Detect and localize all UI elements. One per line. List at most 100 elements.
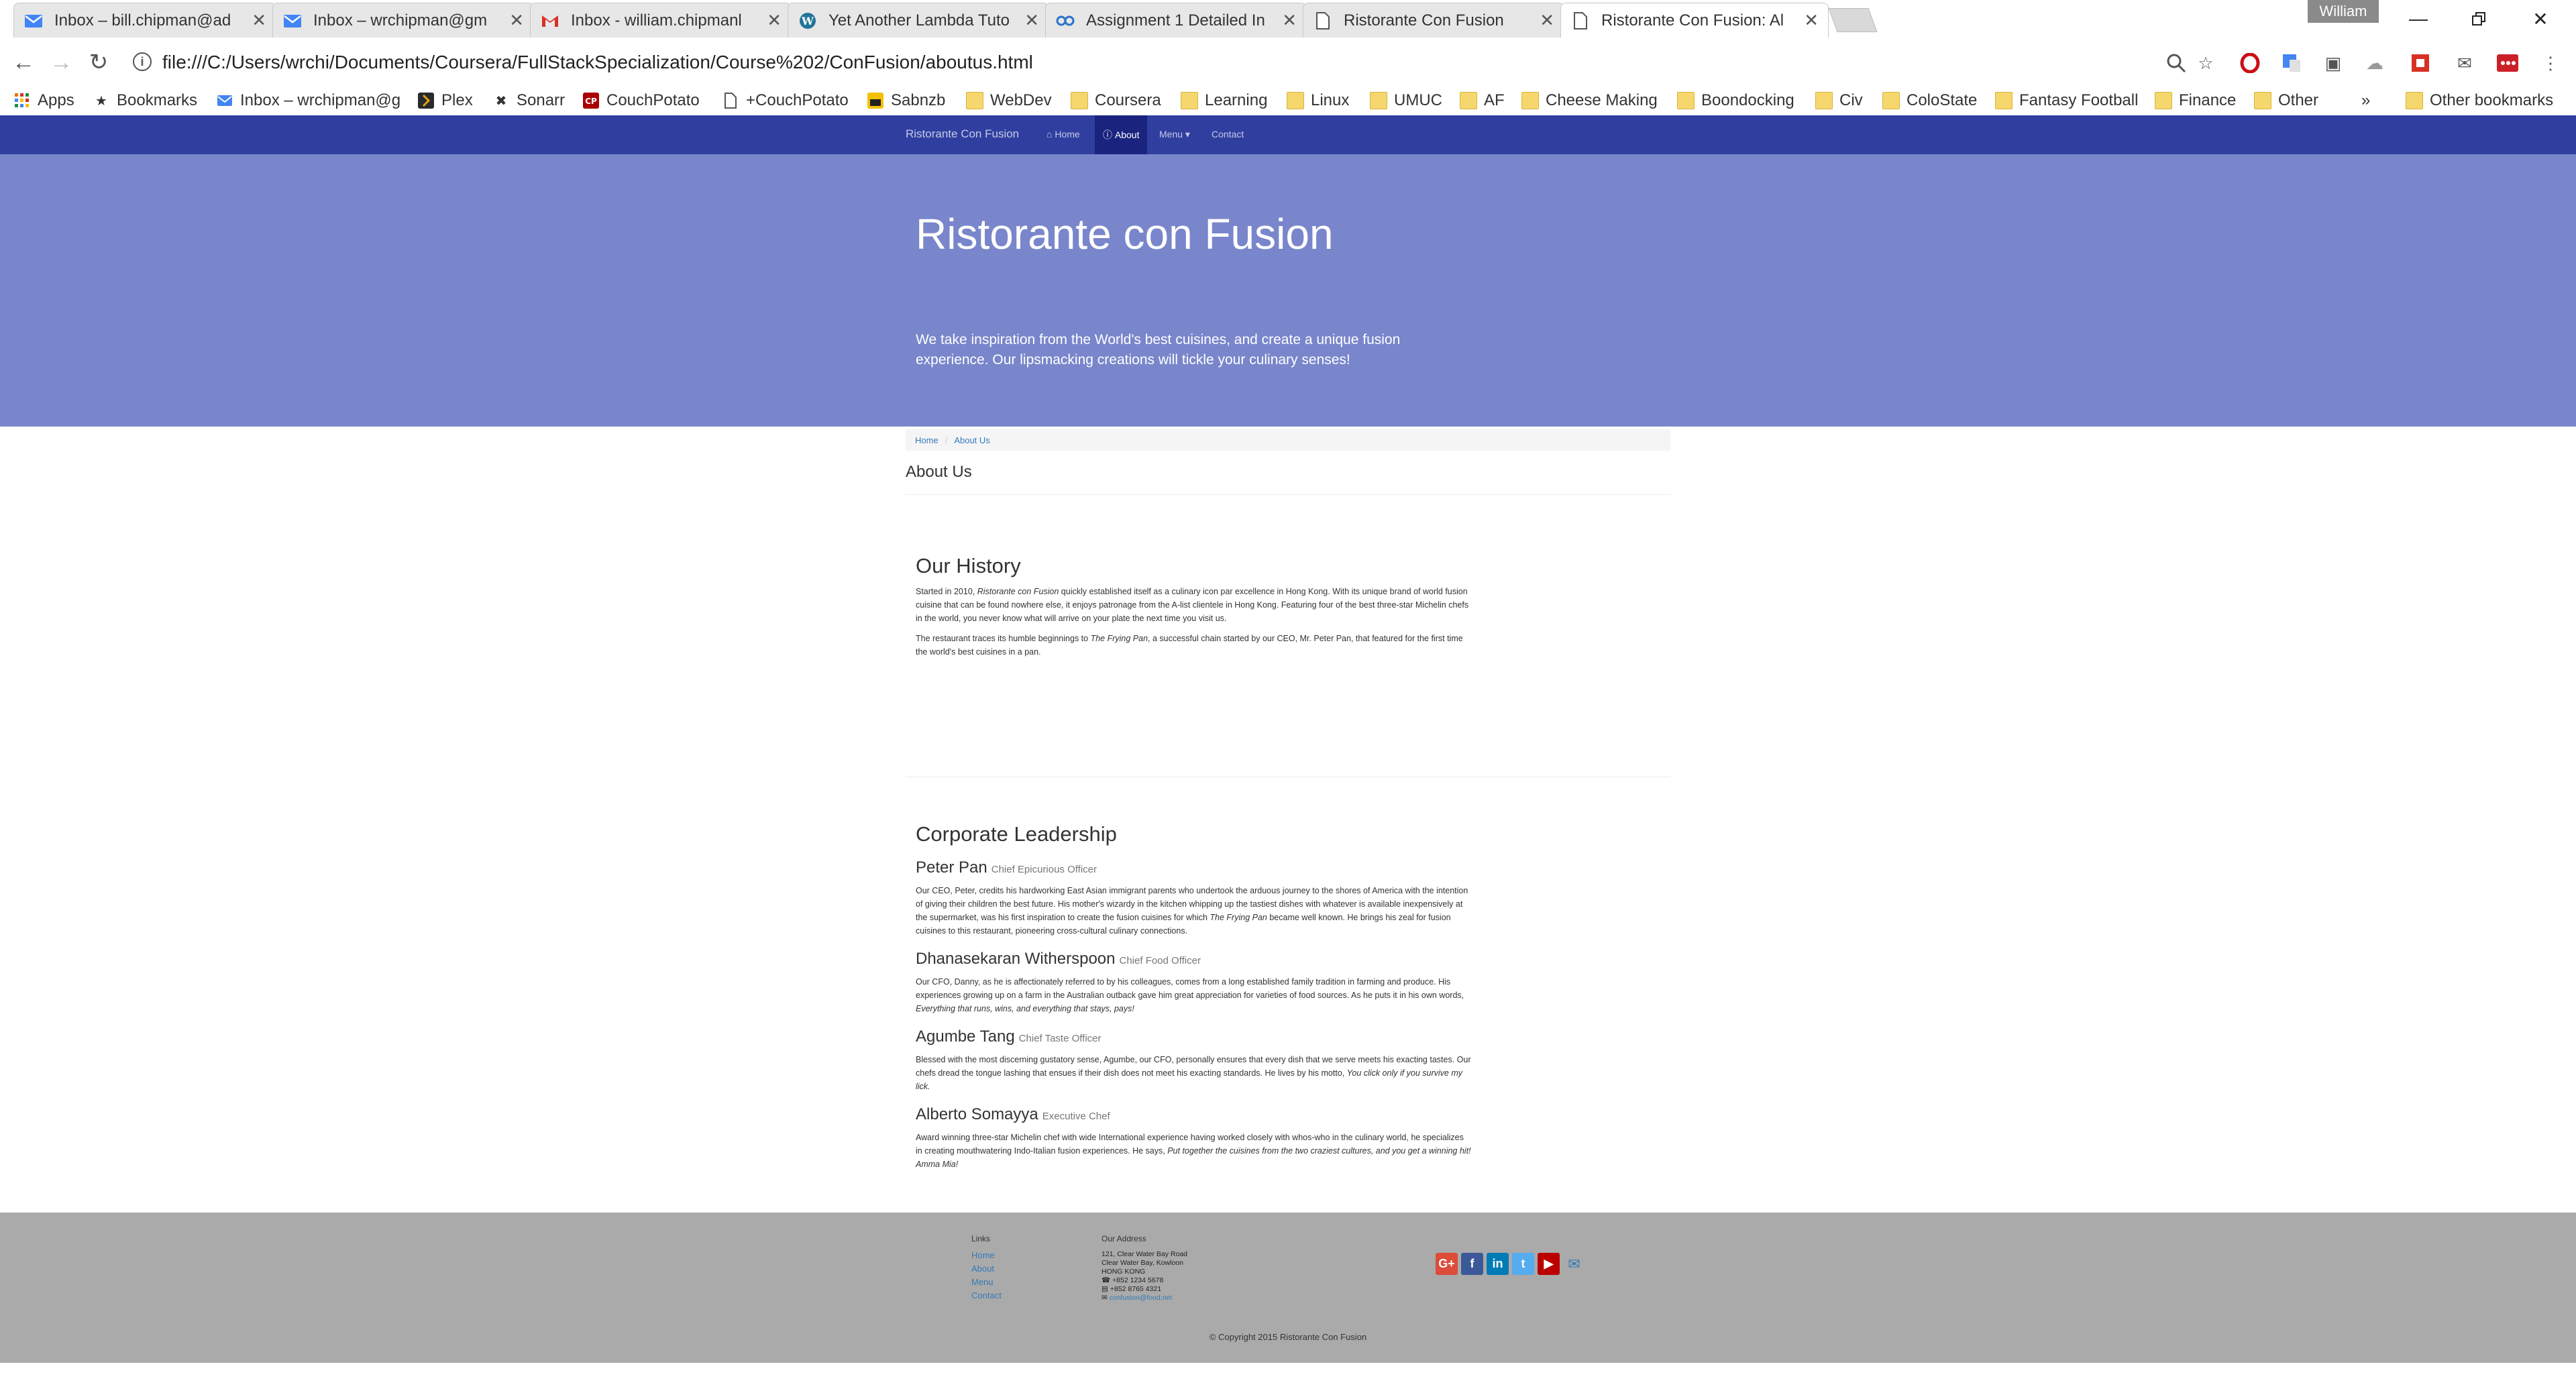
navbar-brand[interactable]: Ristorante Con Fusion <box>906 127 1019 141</box>
breadcrumb-about[interactable]: About Us <box>954 435 989 445</box>
other-bookmarks[interactable]: Other bookmarks <box>2406 90 2553 111</box>
bookmark-bookmarks[interactable]: ★ Bookmarks <box>93 90 197 111</box>
mail-icon[interactable]: ✉ <box>1563 1253 1585 1275</box>
nav-menu-dropdown[interactable]: Menu ▾ <box>1159 129 1190 140</box>
browser-tab[interactable]: Inbox – wrchipman@gm ✕ <box>272 3 534 38</box>
copyright: © Copyright 2015 Ristorante Con Fusion <box>1209 1332 1367 1342</box>
bookmark-folder[interactable]: Coursera <box>1071 90 1161 111</box>
browser-tab-active[interactable]: Ristorante Con Fusion: Al ✕ <box>1560 3 1829 38</box>
bookmarks-overflow-icon[interactable]: » <box>2361 90 2370 111</box>
browser-tab[interactable]: W Yet Another Lambda Tuto ✕ <box>788 3 1049 38</box>
new-tab-button[interactable] <box>1828 8 1878 32</box>
close-window-icon[interactable]: ✕ <box>2517 4 2564 34</box>
menu-kebab-icon[interactable]: ⋮ <box>2538 51 2563 75</box>
footer-link-menu[interactable]: Menu <box>971 1277 994 1287</box>
bookmark-couchpotato[interactable]: CP CouchPotato <box>582 90 700 111</box>
zoom-icon[interactable] <box>2164 51 2188 75</box>
browser-tab[interactable]: Inbox – bill.chipman@ad ✕ <box>13 3 276 38</box>
bookmark-plex[interactable]: Plex <box>417 90 473 111</box>
leader-name: Peter Pan Chief Epicurious Officer <box>916 858 1097 877</box>
bookmark-star-icon[interactable]: ☆ <box>2194 51 2218 75</box>
twitter-icon[interactable]: t <box>1512 1253 1534 1275</box>
tab-title: Inbox – bill.chipman@ad <box>54 11 231 30</box>
plex-icon <box>417 92 435 109</box>
inbox-icon <box>216 92 233 109</box>
address-url[interactable]: file:///C:/Users/wrchi/Documents/Courser… <box>162 52 1033 73</box>
bookmark-folder[interactable]: Other <box>2254 90 2318 111</box>
breadcrumb: Home / About Us <box>906 429 1670 451</box>
cloud-extension-icon[interactable]: ☁ <box>2363 51 2387 75</box>
bookmark-folder[interactable]: Boondocking <box>1677 90 1794 111</box>
bookmark-folder[interactable]: Linux <box>1287 90 1349 111</box>
folder-icon <box>1071 92 1088 109</box>
back-icon[interactable]: ← <box>7 46 40 79</box>
tab-close-icon[interactable]: ✕ <box>1804 10 1819 31</box>
browser-tab[interactable]: Inbox - william.chipmanl ✕ <box>530 3 792 38</box>
browser-tab[interactable]: Ristorante Con Fusion ✕ <box>1303 3 1564 38</box>
bookmark-folder[interactable]: WebDev <box>966 90 1052 111</box>
breadcrumb-home[interactable]: Home <box>915 435 938 445</box>
sabnzb-icon <box>867 92 884 109</box>
reload-icon[interactable]: ↻ <box>82 46 115 79</box>
nav-home[interactable]: ⌂ Home <box>1046 129 1080 140</box>
bookmark-folder[interactable]: Finance <box>2155 90 2236 111</box>
bookmark-folder[interactable]: ColoState <box>1882 90 1977 111</box>
bookmark-apps[interactable]: Apps <box>13 90 74 111</box>
bookmark-couchpotato-plus[interactable]: +CouchPotato <box>722 90 849 111</box>
bookmark-folder[interactable]: AF <box>1460 90 1505 111</box>
footer-email-link[interactable]: confusion@food.net <box>1110 1294 1173 1302</box>
mail-extension-icon[interactable]: ✉ <box>2453 51 2477 75</box>
linkedin-icon[interactable]: in <box>1487 1253 1509 1275</box>
star-icon: ★ <box>95 93 107 109</box>
tab-close-icon[interactable]: ✕ <box>252 10 266 31</box>
info-icon: ⓘ <box>1103 129 1112 140</box>
profile-button[interactable]: William <box>2308 0 2379 23</box>
bookmark-folder[interactable]: UMUC <box>1370 90 1442 111</box>
tab-close-icon[interactable]: ✕ <box>1024 10 1039 31</box>
footer-link-home[interactable]: Home <box>971 1250 995 1260</box>
forward-icon[interactable]: → <box>44 46 78 79</box>
leader-role: Chief Epicurious Officer <box>991 864 1097 875</box>
svg-text:CP: CP <box>585 97 597 106</box>
home-icon: ⌂ <box>1046 129 1053 140</box>
bookmark-inbox[interactable]: Inbox – wrchipman@g <box>216 90 400 111</box>
youtube-icon[interactable]: ▶ <box>1538 1253 1560 1275</box>
divider <box>906 494 1670 495</box>
bookmark-folder[interactable]: Civ <box>1815 90 1863 111</box>
leader-role: Chief Food Officer <box>1119 955 1201 966</box>
bookmark-folder[interactable]: Learning <box>1181 90 1267 111</box>
footer-link-about[interactable]: About <box>971 1264 994 1274</box>
nav-about[interactable]: ⓘ About <box>1095 115 1148 154</box>
page-icon <box>722 92 739 109</box>
couchpotato-icon: CP <box>582 92 600 109</box>
restore-icon[interactable] <box>2455 4 2502 34</box>
footer-link-contact[interactable]: Contact <box>971 1290 1002 1300</box>
tab-close-icon[interactable]: ✕ <box>509 10 524 31</box>
wordpress-icon: W <box>798 11 818 31</box>
opera-extension-icon[interactable] <box>2238 51 2262 75</box>
address-bar[interactable]: i file:///C:/Users/wrchi/Documents/Cours… <box>126 44 2226 80</box>
folder-icon <box>1287 92 1304 109</box>
bookmark-folder[interactable]: Fantasy Football <box>1995 90 2138 111</box>
leader-bio: Our CEO, Peter, credits his hardworking … <box>916 886 1468 936</box>
info-icon[interactable]: i <box>133 52 152 71</box>
tab-close-icon[interactable]: ✕ <box>1282 10 1297 31</box>
printer-extension-icon[interactable]: ▣ <box>2321 51 2345 75</box>
folder-icon <box>1815 92 1833 109</box>
google-plus-icon[interactable]: G+ <box>1436 1253 1458 1275</box>
nav-contact[interactable]: Contact <box>1212 129 1244 140</box>
bookmark-folder[interactable]: Cheese Making <box>1521 90 1658 111</box>
minimize-icon[interactable]: — <box>2395 4 2442 34</box>
lastpass-extension-icon[interactable] <box>2496 51 2520 75</box>
facebook-icon[interactable]: f <box>1461 1253 1483 1275</box>
bookmark-sonarr[interactable]: ✖ Sonarr <box>492 90 565 111</box>
gmail-icon <box>540 11 560 31</box>
tab-close-icon[interactable]: ✕ <box>1540 10 1554 31</box>
bookmark-sabnzb[interactable]: Sabnzb <box>867 90 945 111</box>
page-title: About Us <box>906 463 972 481</box>
folder-icon <box>1521 92 1539 109</box>
pdf-extension-icon[interactable] <box>2408 51 2432 75</box>
browser-tab[interactable]: Assignment 1 Detailed In ✕ <box>1045 3 1307 38</box>
tab-close-icon[interactable]: ✕ <box>767 10 782 31</box>
translate-extension-icon[interactable] <box>2279 51 2304 75</box>
